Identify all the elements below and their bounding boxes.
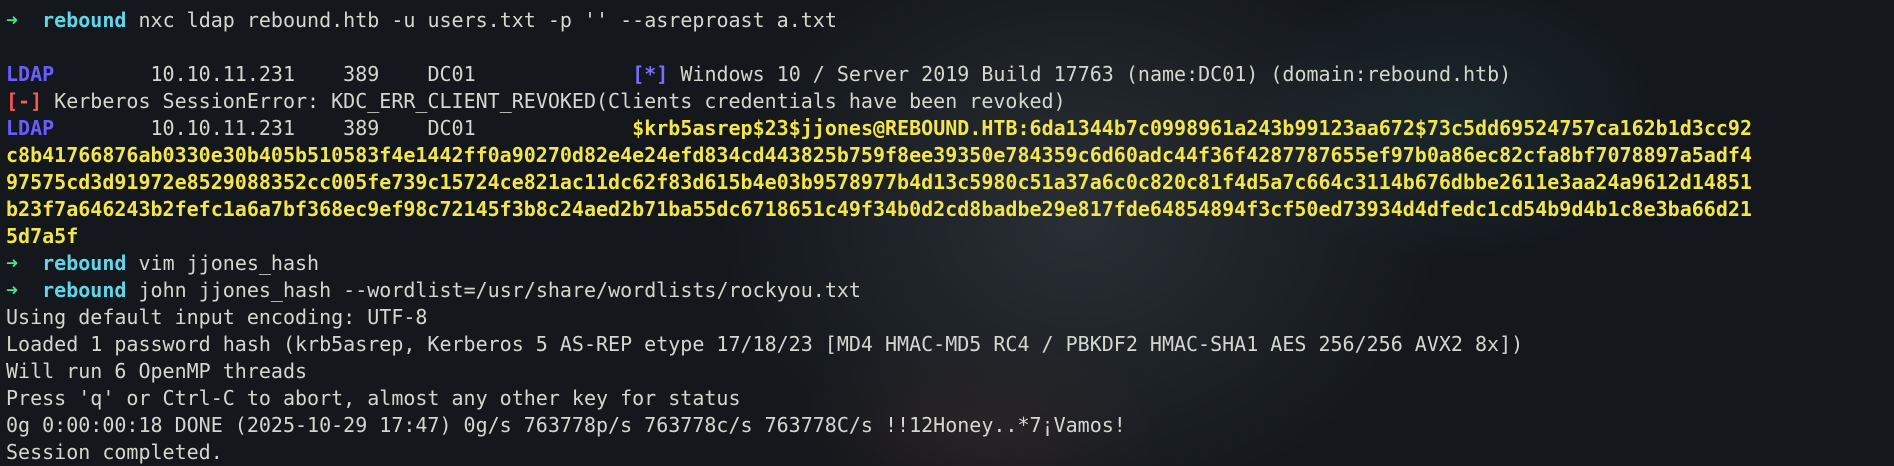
asrep-hash-continuation: b23f7a646243b2fefc1a6a7bf368ec9ef98c7214… bbox=[6, 197, 1752, 221]
nxc-output-line: LDAP 10.10.11.231 389 DC01 [*] Windows 1… bbox=[6, 61, 1888, 88]
asrep-hash-continuation: 97575cd3d91972e8529088352cc005fe739c1572… bbox=[6, 170, 1752, 194]
terminal-window[interactable]: ➜ rebound nxc ldap rebound.htb -u users.… bbox=[0, 0, 1894, 466]
prompt-cwd: rebound bbox=[42, 278, 127, 302]
prompt-arrow-icon: ➜ bbox=[6, 8, 19, 32]
error-line: [-] Kerberos SessionError: KDC_ERR_CLIEN… bbox=[6, 88, 1888, 115]
asrep-hash: $krb5asrep$23$jjones@REBOUND.HTB:6da1344… bbox=[632, 116, 1753, 140]
prompt-cwd: rebound bbox=[42, 251, 127, 275]
error-message: Kerberos SessionError: KDC_ERR_CLIENT_RE… bbox=[54, 89, 1066, 113]
prompt-arrow-icon: ➜ bbox=[6, 278, 19, 302]
error-marker: [-] bbox=[6, 89, 43, 113]
prompt-arrow-icon: ➜ bbox=[6, 251, 19, 275]
john-output-line: Press 'q' or Ctrl-C to abort, almost any… bbox=[6, 386, 741, 410]
command-text: vim jjones_hash bbox=[138, 251, 320, 275]
protocol-label: LDAP bbox=[6, 62, 55, 86]
protocol-label: LDAP bbox=[6, 116, 55, 140]
john-output-line: 0g 0:00:00:18 DONE (2025-10-29 17:47) 0g… bbox=[6, 413, 1126, 437]
info-marker: [*] bbox=[632, 62, 669, 86]
asrep-hash-continuation: 5d7a5f bbox=[6, 224, 79, 248]
target-ip: 10.10.11.231 bbox=[150, 62, 296, 86]
command-text: john jjones_hash --wordlist=/usr/share/w… bbox=[138, 278, 861, 302]
asrep-hash-continuation: c8b41766876ab0330e30b405b510583f4e1442ff… bbox=[6, 143, 1752, 167]
prompt-line: ➜ rebound john jjones_hash --wordlist=/u… bbox=[6, 277, 1888, 304]
nxc-output-line: LDAP 10.10.11.231 389 DC01 $krb5asrep$23… bbox=[6, 115, 1888, 142]
target-host: DC01 bbox=[427, 62, 476, 86]
john-output-line: Loaded 1 password hash (krb5asrep, Kerbe… bbox=[6, 332, 1524, 356]
prompt-cwd: rebound bbox=[42, 8, 127, 32]
target-host: DC01 bbox=[427, 116, 476, 140]
john-output-line: Using default input encoding: UTF-8 bbox=[6, 305, 428, 329]
john-output-line: Session completed. bbox=[6, 440, 223, 464]
prompt-line: ➜ rebound vim jjones_hash bbox=[6, 250, 1888, 277]
john-output-line: Will run 6 OpenMP threads bbox=[6, 359, 308, 383]
target-port: 389 bbox=[343, 116, 380, 140]
target-port: 389 bbox=[343, 62, 380, 86]
command-text: nxc ldap rebound.htb -u users.txt -p '' … bbox=[138, 8, 837, 32]
info-message: Windows 10 / Server 2019 Build 17763 (na… bbox=[680, 62, 1512, 86]
target-ip: 10.10.11.231 bbox=[150, 116, 296, 140]
prompt-line: ➜ rebound nxc ldap rebound.htb -u users.… bbox=[6, 7, 1888, 34]
